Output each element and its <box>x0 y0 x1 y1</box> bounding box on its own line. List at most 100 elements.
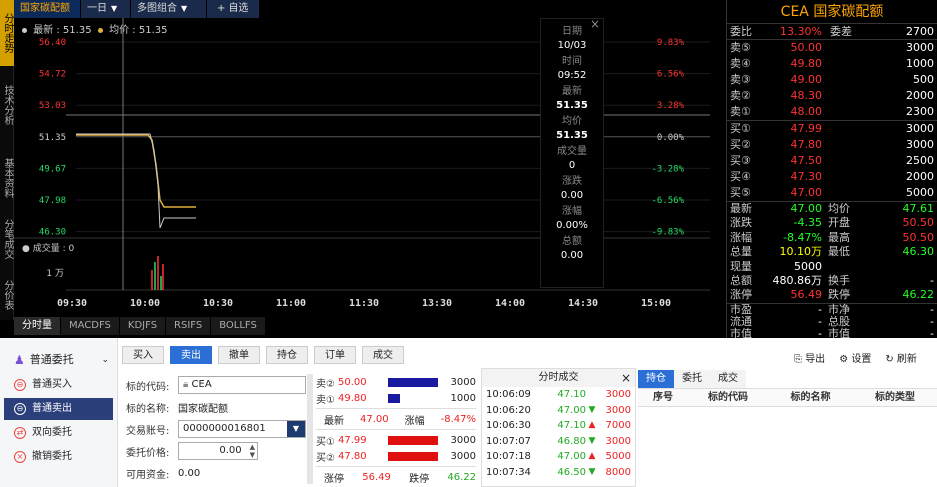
pct-tick: 3.28% <box>657 101 685 111</box>
order-menu-head[interactable]: ♟ 普通委托 ⌄ <box>0 348 117 372</box>
vtab-price-table[interactable]: 分价表 <box>0 270 14 320</box>
account-select[interactable]: 0000000016801 ▼ <box>178 420 306 438</box>
pct-tick: -9.83% <box>651 228 684 238</box>
popup-latest: 51.35 <box>556 100 588 111</box>
time-tick: 14:00 <box>495 298 525 309</box>
funds-label: 可用资金: <box>126 469 170 481</box>
tab-trades[interactable]: 成交 <box>710 370 746 388</box>
refresh-icon: ↻ <box>885 354 894 365</box>
stat-label: 最高 <box>828 230 850 244</box>
ask-level-label: 卖④ <box>730 57 751 70</box>
stat-row: 总额 480.86万 换手 - <box>727 274 937 288</box>
tab-boll[interactable]: BOLLFS <box>211 317 266 335</box>
close-icon[interactable]: × <box>590 17 600 31</box>
buy-button[interactable]: 买入 <box>122 346 164 364</box>
settings-button[interactable]: ⚙ 设置 <box>839 350 871 365</box>
tick-time: 10:06:20 <box>486 404 531 416</box>
tick-time: 10:07:34 <box>486 466 531 478</box>
tick-time: 10:07:18 <box>486 451 531 462</box>
market-row: 流通 - 总股 - <box>727 315 937 328</box>
stat-label: 跌停 <box>828 288 850 302</box>
menu-cancel-label: 撤销委托 <box>32 451 72 462</box>
sell-button[interactable]: 卖出 <box>170 346 212 364</box>
quote-panel: CEA 国家碳配额 委比 13.30% 委差 2700 卖⑤ 50.00 3000 卖… <box>726 0 937 339</box>
mini-pct: -8.47% <box>440 413 476 425</box>
tick-time: 10:06:30 <box>486 420 531 431</box>
user-icon: ♟ <box>14 353 25 367</box>
tab-kdj[interactable]: KDJFS <box>119 317 167 335</box>
ask-level: 卖② 48.30 2000 <box>727 88 937 104</box>
export-button[interactable]: ⎘ 导出 <box>794 350 825 365</box>
menu-two-way[interactable]: ⇄ 双向委托 <box>4 422 113 444</box>
ask-level-qty: 2300 <box>906 105 934 118</box>
tab-volume[interactable]: 分时量 <box>14 317 61 335</box>
ask-level-qty: 1000 <box>906 57 934 70</box>
time-tick: 15:00 <box>641 298 671 309</box>
mini-order-book: 卖② 50.00 3000 卖① 49.80 1000 最新 47.00 涨幅 … <box>316 374 476 485</box>
stat-value: 56.49 <box>790 288 823 302</box>
stat-value: -8.47% <box>783 230 822 244</box>
time-tick: 13:30 <box>422 298 452 309</box>
menu-buy[interactable]: ⊖ 普通买入 <box>4 374 113 396</box>
tick-arrow <box>586 387 598 403</box>
tick-price: 47.00 <box>557 451 586 462</box>
tick-price: 47.10 <box>557 389 586 400</box>
orders-button[interactable]: 订单 <box>314 346 356 364</box>
bid-level-price: 47.30 <box>790 170 823 183</box>
mini-ask1-qty: 1000 <box>450 392 476 404</box>
tick-price: 47.10 <box>557 420 586 431</box>
refresh-button[interactable]: ↻ 刷新 <box>885 350 917 365</box>
pct-tick: -3.28% <box>651 164 684 174</box>
down-arrow-icon: ▼ <box>588 404 596 415</box>
tab-macd[interactable]: MACDFS <box>61 317 120 335</box>
volume-label: ● 成交量 : 0 <box>22 242 74 254</box>
menu-cancel[interactable]: × 撤销委托 <box>4 446 113 468</box>
down-arrow-icon: ▼ <box>588 466 596 477</box>
positions-button[interactable]: 持仓 <box>266 346 308 364</box>
time-tick: 10:00 <box>130 298 160 309</box>
funds-value: 0.00 <box>178 467 201 479</box>
time-sales-rows: 10:06:09 47.10 3000 10:06:20 47.00 ▼ 3000 10:06… <box>482 387 635 480</box>
quote-title: CEA 国家碳配额 <box>727 0 937 24</box>
tick-row: 10:07:07 46.80 ▼ 3000 <box>482 434 635 450</box>
menu-buy-label: 普通买入 <box>32 379 72 390</box>
stat-label: 最新 <box>730 202 752 215</box>
code-label: 标的代码: <box>126 381 170 393</box>
close-icon[interactable]: × <box>621 369 631 387</box>
price-stepper[interactable]: 0.00 ▲ ▼ <box>178 442 258 460</box>
popup-amount: 0.00 <box>560 250 584 261</box>
stepper-arrows-icon[interactable]: ▲ ▼ <box>250 443 255 459</box>
mini-bid2-label: 买② <box>316 452 335 464</box>
vtab-technical[interactable]: 技术分析 <box>0 80 14 130</box>
tab-orders[interactable]: 委托 <box>674 370 710 388</box>
cancel-order-button[interactable]: 撤单 <box>218 346 260 364</box>
tick-row: 10:06:09 47.10 3000 <box>482 387 635 403</box>
tab-positions[interactable]: 持仓 <box>638 370 674 388</box>
name-row: 标的名称: 国家碳配额 <box>126 396 306 418</box>
vtab-ticks[interactable]: 分笔成交 <box>0 214 14 264</box>
tab-rsi[interactable]: RSIFS <box>166 317 212 335</box>
market-value: - <box>818 302 822 316</box>
time-tick: 09:30 <box>57 298 87 309</box>
form-scrollbar[interactable] <box>307 374 313 484</box>
mini-bid1-label: 买① <box>316 436 335 448</box>
price-tick: 46.30 <box>39 228 66 238</box>
vtab-intraday[interactable]: 分时走势 <box>0 0 14 66</box>
stat-value: 47.00 <box>790 202 823 215</box>
ask-level: 卖③ 49.00 500 <box>727 72 937 88</box>
menu-sell[interactable]: ⊖ 普通卖出 <box>4 398 113 420</box>
stat-value: -4.35 <box>793 216 822 230</box>
bid-level: 买⑤ 47.00 5000 <box>727 185 937 201</box>
col-name: 标的名称 <box>790 392 831 403</box>
intraday-chart[interactable]: 56.40 9.83% 54.72 6.56% 53.03 3.28% 51.35 0.00%… <box>14 0 726 318</box>
two-way-icon: ⇄ <box>14 427 26 439</box>
pct-tick: 0.00% <box>657 133 685 143</box>
code-input[interactable]: 🔒︎ CEA <box>178 376 306 394</box>
mini-ask1-price: 49.80 <box>338 392 367 404</box>
ratio-value: 13.30% <box>780 25 822 38</box>
vtab-fundamental[interactable]: 基本资料 <box>0 148 14 208</box>
mini-limit-row: 涨停 56.49 跌停 46.22 <box>316 469 476 485</box>
tick-row: 10:07:18 47.00 ▲ 5000 <box>482 449 635 465</box>
bid-level-label: 买③ <box>730 154 751 167</box>
trades-button[interactable]: 成交 <box>362 346 404 364</box>
